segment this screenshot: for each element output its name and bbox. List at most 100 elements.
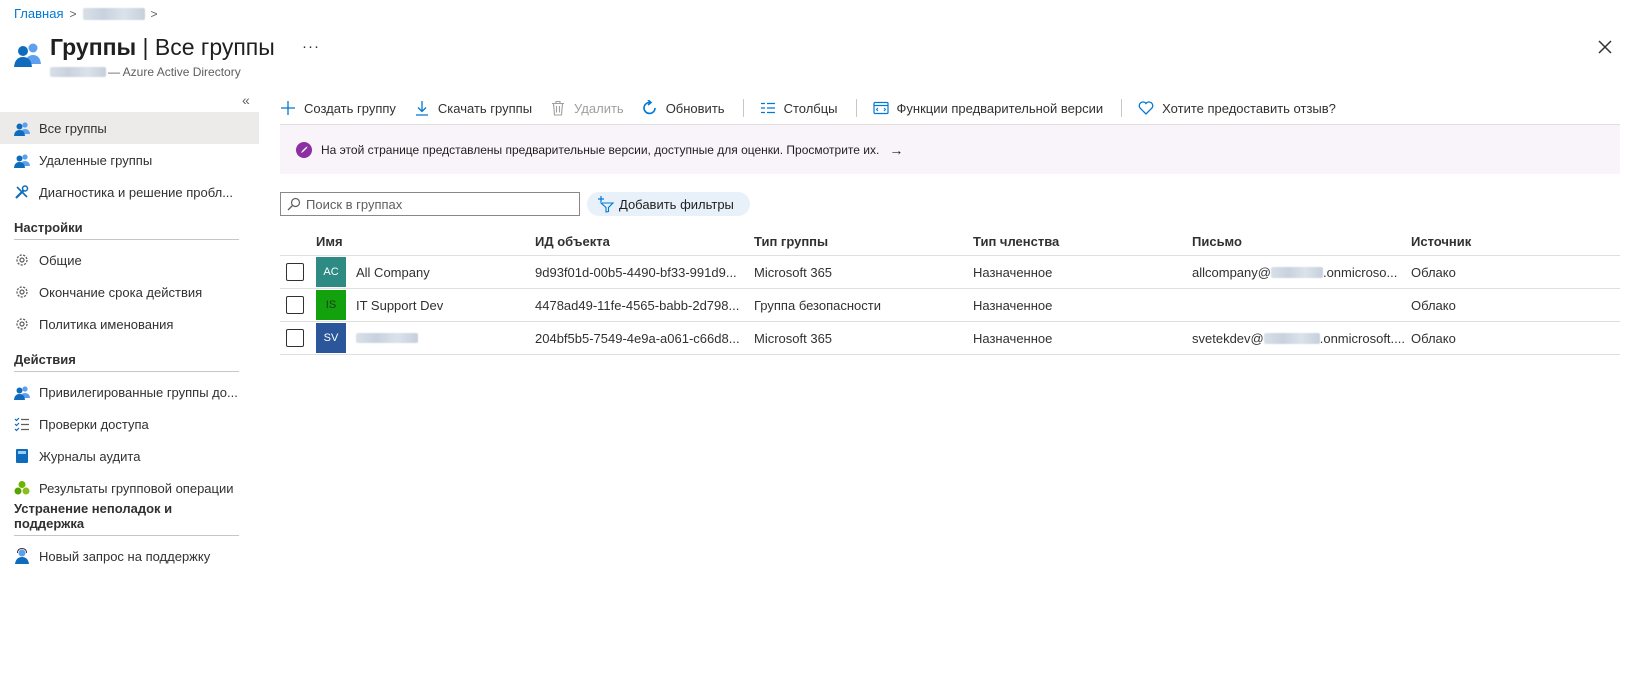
add-filters-button[interactable]: Добавить фильтры	[587, 192, 750, 216]
sidebar-item-bulk-results[interactable]: Результаты групповой операции	[0, 472, 259, 504]
search-input[interactable]	[306, 196, 566, 212]
download-groups-button[interactable]: Скачать группы	[414, 100, 532, 116]
wrench-icon	[15, 185, 29, 199]
preview-banner-text: На этой странице представлены предварите…	[321, 142, 880, 157]
gear-icon	[16, 286, 28, 298]
plus-icon	[281, 101, 295, 115]
group-type: Microsoft 365	[754, 264, 833, 280]
sidebar-item-all-groups[interactable]: Все группы	[0, 112, 259, 144]
columns-icon	[760, 102, 775, 114]
add-filters-label: Добавить фильтры	[619, 196, 734, 212]
preview-features-icon	[872, 101, 889, 115]
tenant-name-redacted	[50, 67, 106, 77]
page-title-main: Группы	[50, 34, 137, 60]
sidebar-item-label: Политика именования	[39, 316, 174, 332]
sidebar-item-privileged-groups[interactable]: Привилегированные группы до...	[0, 376, 259, 408]
columns-button[interactable]: Столбцы	[760, 100, 838, 116]
sidebar-item-general[interactable]: Общие	[0, 244, 259, 276]
feedback-label: Хотите предоставить отзыв?	[1162, 100, 1336, 116]
column-header-name[interactable]: Имя	[316, 234, 535, 249]
preview-features-button[interactable]: Функции предварительной версии	[872, 100, 1104, 116]
trash-icon	[552, 100, 565, 116]
create-group-button[interactable]: Создать группу	[280, 100, 396, 116]
sidebar-item-new-support-request[interactable]: Новый запрос на поддержку	[0, 540, 259, 572]
row-checkbox[interactable]	[286, 263, 304, 281]
collapse-sidebar-icon[interactable]: «	[242, 92, 250, 108]
sidebar-item-label: Новый запрос на поддержку	[39, 548, 211, 564]
sidebar-section-settings: Настройки	[14, 208, 239, 240]
sidebar-item-label: Окончание срока действия	[39, 284, 203, 300]
search-icon	[287, 197, 301, 211]
arrow-right-icon[interactable]: →	[889, 142, 903, 158]
group-mail: svetekdev@ .onmicrosoft....	[1192, 331, 1411, 346]
sidebar-item-label: Проверки доступа	[39, 416, 149, 432]
mail-domain-redacted	[1270, 266, 1323, 278]
refresh-icon	[642, 100, 656, 115]
chevron-right-icon: >	[69, 6, 77, 21]
table-row[interactable]: SV 204bf5b5-7549-4e9a-a061-c66d8... Micr…	[280, 322, 1620, 355]
preview-banner: На этой странице представлены предварите…	[280, 125, 1620, 174]
column-header-source[interactable]: Источник	[1411, 234, 1571, 249]
breadcrumb-redacted-link[interactable]	[82, 7, 145, 20]
groups-icon	[14, 122, 30, 136]
command-bar: Создать группу Скачать группы Удалить Об…	[280, 94, 1354, 122]
group-name-redacted[interactable]	[356, 333, 418, 343]
refresh-button[interactable]: Обновить	[642, 100, 725, 116]
mail-suffix: .onmicroso...	[1322, 264, 1398, 280]
sidebar-item-deleted-groups[interactable]: Удаленные группы	[0, 144, 259, 176]
sidebar-item-label: Удаленные группы	[39, 152, 153, 168]
group-type: Группа безопасности	[754, 297, 881, 313]
toolbar-separator	[742, 99, 744, 117]
membership-type: Назначенное	[973, 330, 1053, 346]
group-mail: allcompany@ .onmicroso...	[1192, 265, 1411, 280]
bulk-operation-icon	[14, 481, 30, 495]
group-name-link[interactable]: All Company	[356, 265, 430, 280]
table-row[interactable]: AC All Company 9d93f01d-00b5-4490-bf33-9…	[280, 256, 1620, 289]
sidebar-item-audit-logs[interactable]: Журналы аудита	[0, 440, 259, 472]
rocket-icon	[296, 141, 312, 158]
sidebar-item-diagnose[interactable]: Диагностика и решение пробл...	[0, 176, 259, 208]
gear-icon	[16, 318, 28, 330]
breadcrumb-home-link[interactable]: Главная	[14, 6, 63, 21]
column-header-object-id[interactable]: ИД объекта	[535, 234, 754, 249]
sidebar-item-label: Результаты групповой операции	[39, 480, 234, 496]
sidebar-section-actions: Действия	[14, 340, 239, 372]
mail-prefix: svetekdev@	[1192, 330, 1264, 346]
sidebar-item-naming-policy[interactable]: Политика именования	[0, 308, 259, 340]
table-row[interactable]: IS IT Support Dev 4478ad49-11fe-4565-bab…	[280, 289, 1620, 322]
row-checkbox[interactable]	[286, 329, 304, 347]
sidebar-item-label: Общие	[39, 252, 82, 268]
chevron-right-icon: >	[150, 6, 158, 21]
book-icon	[16, 449, 28, 463]
checklist-icon	[14, 417, 29, 432]
delete-button[interactable]: Удалить	[550, 100, 624, 116]
page-subtitle: — Azure Active Directory	[50, 65, 275, 79]
create-group-label: Создать группу	[304, 100, 396, 116]
breadcrumb: Главная > >	[14, 6, 158, 21]
page-header: Группы | Все группы — Azure Active Direc…	[14, 34, 275, 79]
add-filter-icon	[598, 196, 615, 213]
table-header: Имя ИД объекта Тип группы Тип членства П…	[280, 228, 1620, 256]
close-icon[interactable]	[1594, 36, 1616, 58]
sidebar: « Все группы Удаленные группы Диагностик…	[0, 92, 259, 572]
sidebar-item-access-reviews[interactable]: Проверки доступа	[0, 408, 259, 440]
column-header-mail[interactable]: Письмо	[1192, 234, 1411, 249]
row-checkbox[interactable]	[286, 296, 304, 314]
preview-features-label: Функции предварительной версии	[896, 100, 1104, 116]
mail-prefix: allcompany@	[1192, 264, 1271, 280]
toolbar-separator	[1121, 99, 1123, 117]
column-header-membership-type[interactable]: Тип членства	[973, 234, 1192, 249]
more-options-icon[interactable]: ···	[302, 38, 320, 55]
group-avatar: SV	[316, 323, 346, 353]
sidebar-item-expiration[interactable]: Окончание срока действия	[0, 276, 259, 308]
membership-type: Назначенное	[973, 264, 1053, 280]
object-id: 9d93f01d-00b5-4490-bf33-991d9...	[535, 264, 737, 280]
sidebar-item-label: Журналы аудита	[39, 448, 141, 464]
group-name-link[interactable]: IT Support Dev	[356, 298, 443, 313]
directory-label: — Azure Active Directory	[108, 65, 241, 79]
sidebar-item-label: Диагностика и решение пробл...	[39, 184, 234, 200]
feedback-button[interactable]: Хотите предоставить отзыв?	[1138, 100, 1336, 116]
delete-label: Удалить	[574, 100, 624, 116]
column-header-group-type[interactable]: Тип группы	[754, 234, 973, 249]
sidebar-item-label: Привилегированные группы до...	[39, 384, 238, 400]
